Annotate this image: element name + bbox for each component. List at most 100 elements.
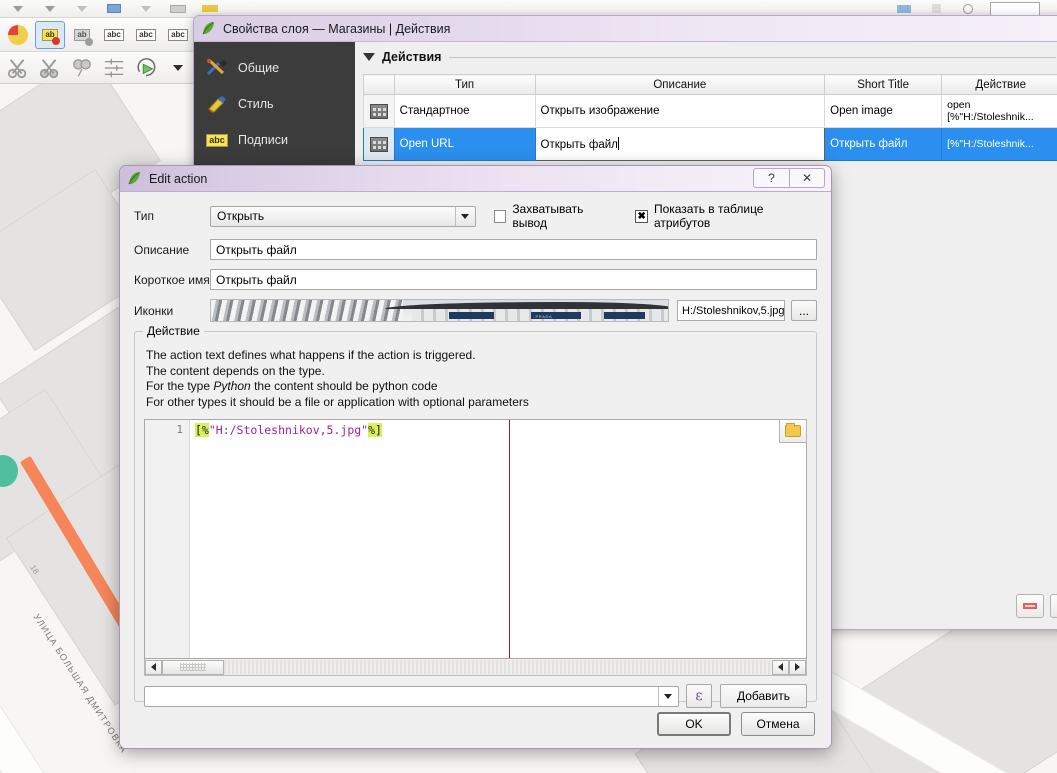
icon-path-input[interactable]: H:/Stoleshnikov,5.jpg [677, 300, 785, 321]
expression-builder-button[interactable]: ε [686, 684, 712, 708]
action-code-editor[interactable]: 1 [%"H:/Stoleshnikov,5.jpg"%] [144, 419, 807, 659]
type-select[interactable]: Открыть [210, 206, 476, 227]
label-move-button[interactable]: abc [131, 21, 161, 49]
add-field-button[interactable]: Добавить [720, 684, 807, 708]
building-icon [370, 137, 388, 152]
layer-properties-title: Свойства слоя — Магазины | Действия [223, 22, 450, 36]
actions-group-header[interactable]: Действия [355, 42, 1057, 68]
col-description[interactable]: Описание [535, 75, 825, 95]
action-group: Действие The action text defines what ha… [134, 331, 817, 702]
pie-chart-icon[interactable] [3, 21, 33, 49]
row-icon-cell [364, 95, 395, 128]
building-icon [370, 104, 388, 119]
collapse-caret-icon[interactable] [363, 53, 375, 61]
show-in-attribute-table-label: Показать в таблице атрибутов [654, 202, 817, 230]
ok-button[interactable]: OK [657, 712, 731, 736]
cell-description-text: Открыть файл [541, 139, 618, 151]
cell-action[interactable]: open [%"H:/Stoleshnik... [942, 95, 1057, 128]
cell-type[interactable]: Стандартное [394, 95, 535, 128]
row-icon-cell [364, 128, 395, 161]
edit-action-body: Тип Открыть Захватывать вывод ✖ Показать… [120, 192, 831, 748]
scroll-left-button[interactable] [145, 660, 162, 675]
icon-preview-image: PRADA [210, 299, 669, 322]
description-input-value: Открыть файл [216, 243, 297, 257]
qgis-logo-icon [201, 21, 216, 36]
scissors-icon-2[interactable] [35, 54, 65, 82]
chevron-down-icon[interactable] [455, 207, 475, 226]
actions-group-title: Действия [382, 50, 441, 64]
short-name-input-value: Открыть файл [216, 273, 297, 287]
cell-type[interactable]: Open URL [394, 128, 535, 161]
dialog-footer-buttons: OK Отмена [657, 712, 815, 736]
scroll-track[interactable] [162, 660, 772, 675]
col-action[interactable]: Действие [942, 75, 1057, 95]
cell-action-line1: open [947, 99, 1054, 111]
cell-short-title[interactable]: Открыть файл [825, 128, 942, 161]
col-short-title[interactable]: Short Title [825, 75, 942, 95]
sidebar-item-label: Общие [238, 61, 279, 75]
scissors-icon[interactable] [3, 54, 33, 82]
description-input[interactable]: Открыть файл [210, 239, 817, 260]
table-row[interactable]: Стандартное Открыть изображение Open ima… [364, 95, 1057, 128]
field-select[interactable] [144, 686, 679, 707]
label-show-hide-button[interactable]: abc [99, 21, 129, 49]
cell-action-line2: [%"H:/Stoleshnik... [947, 138, 1054, 150]
icons-row: Иконки PRADA H:/Stoleshnikov,5.jpg ... [134, 299, 817, 322]
table-row[interactable]: Open URL Открыть файл Открыть файл [%"H:… [364, 128, 1057, 161]
chevron-down-icon[interactable] [658, 687, 678, 706]
insert-file-button[interactable] [779, 419, 807, 443]
edit-action-titlebar[interactable]: Edit action ? ✕ [120, 166, 831, 192]
show-in-attribute-table-checkbox[interactable]: ✖ Показать в таблице атрибутов [635, 202, 817, 230]
code-text-area[interactable]: [%"H:/Stoleshnikov,5.jpg"%] [190, 420, 806, 658]
cell-action[interactable]: [%"H:/Stoleshnik... [942, 128, 1057, 161]
help-line-1: The action text defines what happens if … [146, 348, 807, 364]
label-pin-button[interactable]: ab [67, 21, 97, 49]
type-label: Тип [134, 209, 210, 223]
remove-action-button[interactable] [1016, 594, 1044, 618]
line-number-gutter: 1 [145, 420, 190, 658]
help-line-4: For other types it should be a file or a… [146, 395, 807, 411]
sidebar-item-general[interactable]: Общие [194, 50, 355, 86]
label-rotate-button[interactable]: abc [163, 21, 193, 49]
minus-icon [1023, 603, 1037, 609]
label-highlight-button[interactable]: ab [35, 21, 65, 49]
sidebar-item-labels[interactable]: abc Подписи [194, 122, 355, 158]
help-line-2: The content depends on the type. [146, 364, 807, 380]
edit-action-dialog[interactable]: Edit action ? ✕ Тип Открыть Захватывать … [119, 165, 832, 749]
scroll-thumb[interactable] [162, 660, 224, 675]
capture-output-label: Захватывать вывод [512, 202, 617, 230]
folder-icon [785, 425, 801, 437]
merge-icon[interactable] [67, 54, 97, 82]
table-rows-icon[interactable] [99, 54, 129, 82]
code-editor-hscrollbar[interactable] [144, 659, 807, 676]
close-button[interactable]: ✕ [789, 168, 825, 188]
chevron-down-icon-5[interactable] [163, 54, 193, 82]
actions-table[interactable]: Тип Описание Short Title Действие Захват… [363, 74, 1057, 161]
col-icon [364, 75, 395, 95]
rotate-point-icon[interactable] [131, 54, 161, 82]
actions-toolbar [1016, 594, 1057, 624]
cell-short-title[interactable]: Open image [825, 95, 942, 128]
help-button[interactable]: ? [753, 168, 789, 188]
type-row: Тип Открыть Захватывать вывод ✖ Показать… [134, 202, 817, 230]
cell-description-editing[interactable]: Открыть файл [535, 128, 825, 161]
brush-icon [204, 93, 230, 115]
code-token-open: [% [195, 423, 209, 437]
checkbox-box[interactable] [494, 210, 507, 223]
short-name-input[interactable]: Открыть файл [210, 269, 817, 290]
sidebar-item-style[interactable]: Стиль [194, 86, 355, 122]
icon-path-value: H:/Stoleshnikov,5.jpg [682, 305, 785, 317]
action-group-caption: Действие [143, 324, 204, 338]
add-action-button[interactable] [1050, 594, 1057, 618]
browse-icon-button[interactable]: ... [791, 300, 817, 321]
scroll-right-button[interactable] [772, 660, 789, 675]
layer-properties-titlebar[interactable]: Свойства слоя — Магазины | Действия [194, 16, 1057, 42]
col-type[interactable]: Тип [394, 75, 535, 95]
scroll-right-button-2[interactable] [789, 660, 806, 675]
checkbox-checked-icon[interactable]: ✖ [635, 210, 648, 223]
cancel-button[interactable]: Отмена [741, 712, 815, 736]
cell-description[interactable]: Открыть изображение [535, 95, 825, 128]
capture-output-checkbox[interactable]: Захватывать вывод [494, 202, 618, 230]
action-help-text: The action text defines what happens if … [146, 348, 807, 410]
window-buttons: ? ✕ [753, 168, 825, 188]
